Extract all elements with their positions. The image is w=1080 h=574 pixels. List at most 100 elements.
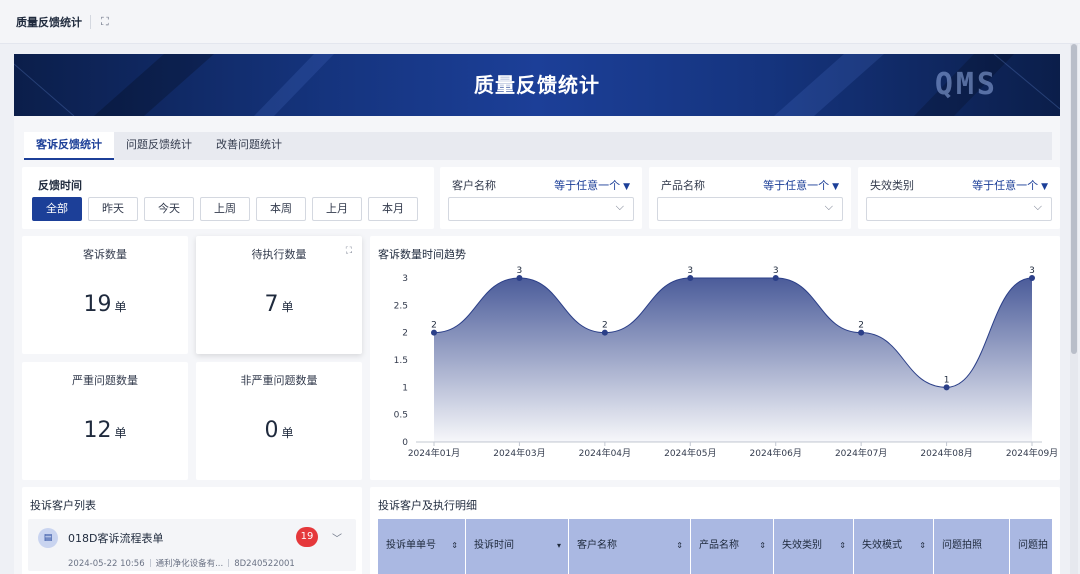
- page-title: 质量反馈统计: [16, 15, 82, 29]
- metric-number: 12: [83, 418, 112, 443]
- filter-customer-name: 客户名称 等于任意一个 ▼ ⌵: [440, 167, 642, 229]
- metric-label: 待执行数量: [251, 248, 307, 261]
- tab-bar: 客诉反馈统计 问题反馈统计 改善问题统计: [24, 132, 1052, 160]
- app-header: 质量反馈统计 ⛶: [0, 0, 1080, 44]
- chevron-down-icon[interactable]: ﹀: [332, 530, 342, 545]
- list-title: 投诉客户列表: [30, 499, 96, 512]
- count-badge: 19: [296, 527, 318, 547]
- list-item-title: 018D客诉流程表单: [68, 532, 164, 545]
- document-icon: ▤: [38, 528, 58, 548]
- x-tick-label: 2024年06月: [750, 447, 802, 459]
- sort-icon: ⇕: [676, 541, 683, 550]
- data-label: 3: [687, 266, 693, 276]
- column-header-failure-category[interactable]: 失效类别 ⇕: [774, 519, 854, 574]
- expand-icon[interactable]: ⛶: [101, 15, 109, 29]
- time-all-button[interactable]: 全部: [32, 197, 82, 221]
- time-this-week-button[interactable]: 本周: [256, 197, 306, 221]
- filter-product-name: 产品名称 等于任意一个 ▼ ⌵: [649, 167, 851, 229]
- column-header-customer-name[interactable]: 客户名称 ⇕: [569, 519, 691, 574]
- feedback-time-filter: 反馈时间 全部 昨天 今天 上周 本周 上月 本月: [22, 167, 434, 229]
- data-label: 2: [431, 321, 437, 331]
- metric-non-severe-count: 非严重问题数量 0单: [196, 362, 362, 480]
- metric-number: 7: [264, 292, 279, 317]
- column-header-complaint-no[interactable]: 投诉单单号 ⇕: [378, 519, 466, 574]
- sort-icon: ⇕: [759, 541, 766, 550]
- metric-unit: 单: [281, 426, 294, 440]
- x-tick-label: 2024年04月: [579, 447, 631, 459]
- y-tick-label: 3: [402, 274, 408, 284]
- column-header-problem-photo[interactable]: 问题拍照: [934, 519, 1010, 574]
- filter-label: 产品名称: [661, 179, 705, 192]
- filter-operator[interactable]: 等于任意一个 ▼: [972, 177, 1048, 193]
- metric-label: 客诉数量: [83, 248, 127, 261]
- item-company: 通利净化设备有...: [155, 559, 224, 569]
- meta-divider: [149, 559, 151, 567]
- failure-category-select[interactable]: ⌵: [866, 197, 1052, 221]
- banner: 质量反馈统计 QMS: [14, 54, 1060, 116]
- complaint-customer-list: 投诉客户列表 ▤ 018D客诉流程表单 19 ﹀ 2024-05-22 10:5…: [22, 487, 362, 574]
- meta-divider: [228, 559, 230, 567]
- filter-operator[interactable]: 等于任意一个 ▼: [763, 177, 839, 193]
- y-tick-label: 2.5: [394, 301, 408, 311]
- metric-unit: 单: [281, 300, 294, 314]
- x-tick-label: 2024年05月: [664, 447, 716, 459]
- page-scrollbar[interactable]: [1070, 44, 1078, 574]
- filter-operator[interactable]: 等于任意一个 ▼: [554, 177, 630, 193]
- filter-operator-text: 等于任意一个: [763, 179, 830, 192]
- column-label: 问题拍: [1018, 540, 1048, 551]
- list-item[interactable]: ▤ 018D客诉流程表单 19 ﹀ 2024-05-22 10:56 通利净化设备…: [28, 519, 356, 571]
- filter-operator-text: 等于任意一个: [972, 179, 1039, 192]
- column-label: 失效模式: [862, 540, 902, 551]
- data-label: 2: [858, 321, 864, 331]
- caret-down-icon: ▼: [832, 182, 839, 192]
- column-label: 投诉单单号: [386, 540, 436, 551]
- customer-name-select[interactable]: ⌵: [448, 197, 634, 221]
- trend-area: [434, 278, 1032, 442]
- metric-pending-count: 待执行数量 ⛶ 7单: [196, 236, 362, 354]
- feedback-time-label: 反馈时间: [38, 179, 82, 192]
- tab-customer-complaint-stats[interactable]: 客诉反馈统计: [24, 132, 114, 160]
- metric-severe-count: 严重问题数量 12 单: [22, 362, 188, 480]
- time-this-month-button[interactable]: 本月: [368, 197, 418, 221]
- data-label: 3: [1029, 266, 1035, 276]
- trend-chart-card: 客诉数量时间趋势 0 0.5 1 1.5 2 2.5 3 2024年01月 2024年03月 2…: [370, 236, 1060, 480]
- table-header: 投诉单单号 ⇕ 投诉时间 ▾ 客户名称 ⇕ 产品名称 ⇕ 失效类别 ⇕ 失效模式 ⇕ 问题拍…: [378, 519, 1052, 574]
- product-name-select[interactable]: ⌵: [657, 197, 843, 221]
- column-label: 产品名称: [699, 540, 739, 551]
- column-header-problem-photo-2[interactable]: 问题拍: [1010, 519, 1052, 574]
- filter-failure-category: 失效类别 等于任意一个 ▼ ⌵: [858, 167, 1060, 229]
- column-label: 投诉时间: [474, 540, 514, 551]
- metric-complaint-count: 客诉数量 19 单: [22, 236, 188, 354]
- trend-chart: 0 0.5 1 1.5 2 2.5 3 2024年01月 2024年03月 2024年04月 20…: [394, 266, 1059, 459]
- data-label: 3: [517, 266, 523, 276]
- metric-number: 19: [83, 292, 112, 317]
- tab-problem-feedback-stats[interactable]: 问题反馈统计: [114, 132, 204, 160]
- dashboard-panel: 质量反馈统计 QMS 客诉反馈统计 问题反馈统计 改善问题统计 反馈时间 全部 …: [14, 54, 1060, 574]
- time-last-week-button[interactable]: 上周: [200, 197, 250, 221]
- column-header-product-name[interactable]: 产品名称 ⇕: [691, 519, 774, 574]
- column-header-failure-mode[interactable]: 失效模式 ⇕: [854, 519, 934, 574]
- detail-title: 投诉客户及执行明细: [378, 499, 477, 512]
- column-header-complaint-time[interactable]: 投诉时间 ▾: [466, 519, 569, 574]
- caret-down-icon: ▼: [1041, 182, 1048, 192]
- data-label: 2: [602, 321, 608, 331]
- metric-number: 0: [264, 418, 279, 443]
- x-tick-label: 2024年09月: [1006, 447, 1058, 459]
- x-tick-label: 2024年07月: [835, 447, 887, 459]
- time-yesterday-button[interactable]: 昨天: [88, 197, 138, 221]
- time-last-month-button[interactable]: 上月: [312, 197, 362, 221]
- y-tick-label: 2: [402, 329, 408, 339]
- expand-icon[interactable]: ⛶: [346, 246, 352, 256]
- tab-improvement-problem-stats[interactable]: 改善问题统计: [204, 132, 294, 160]
- metric-value: 12 单: [22, 418, 188, 443]
- list-item-meta: 2024-05-22 10:56 通利净化设备有... 8D240522001: [68, 557, 295, 569]
- column-label: 客户名称: [577, 540, 617, 551]
- filter-label: 客户名称: [452, 179, 496, 192]
- scrollbar-thumb[interactable]: [1071, 44, 1077, 354]
- qms-logo: QMS: [934, 67, 998, 102]
- y-tick-label: 1: [402, 383, 408, 393]
- metric-unit: 单: [114, 300, 127, 314]
- time-today-button[interactable]: 今天: [144, 197, 194, 221]
- metric-value: 0单: [196, 418, 362, 443]
- metric-unit: 单: [114, 426, 127, 440]
